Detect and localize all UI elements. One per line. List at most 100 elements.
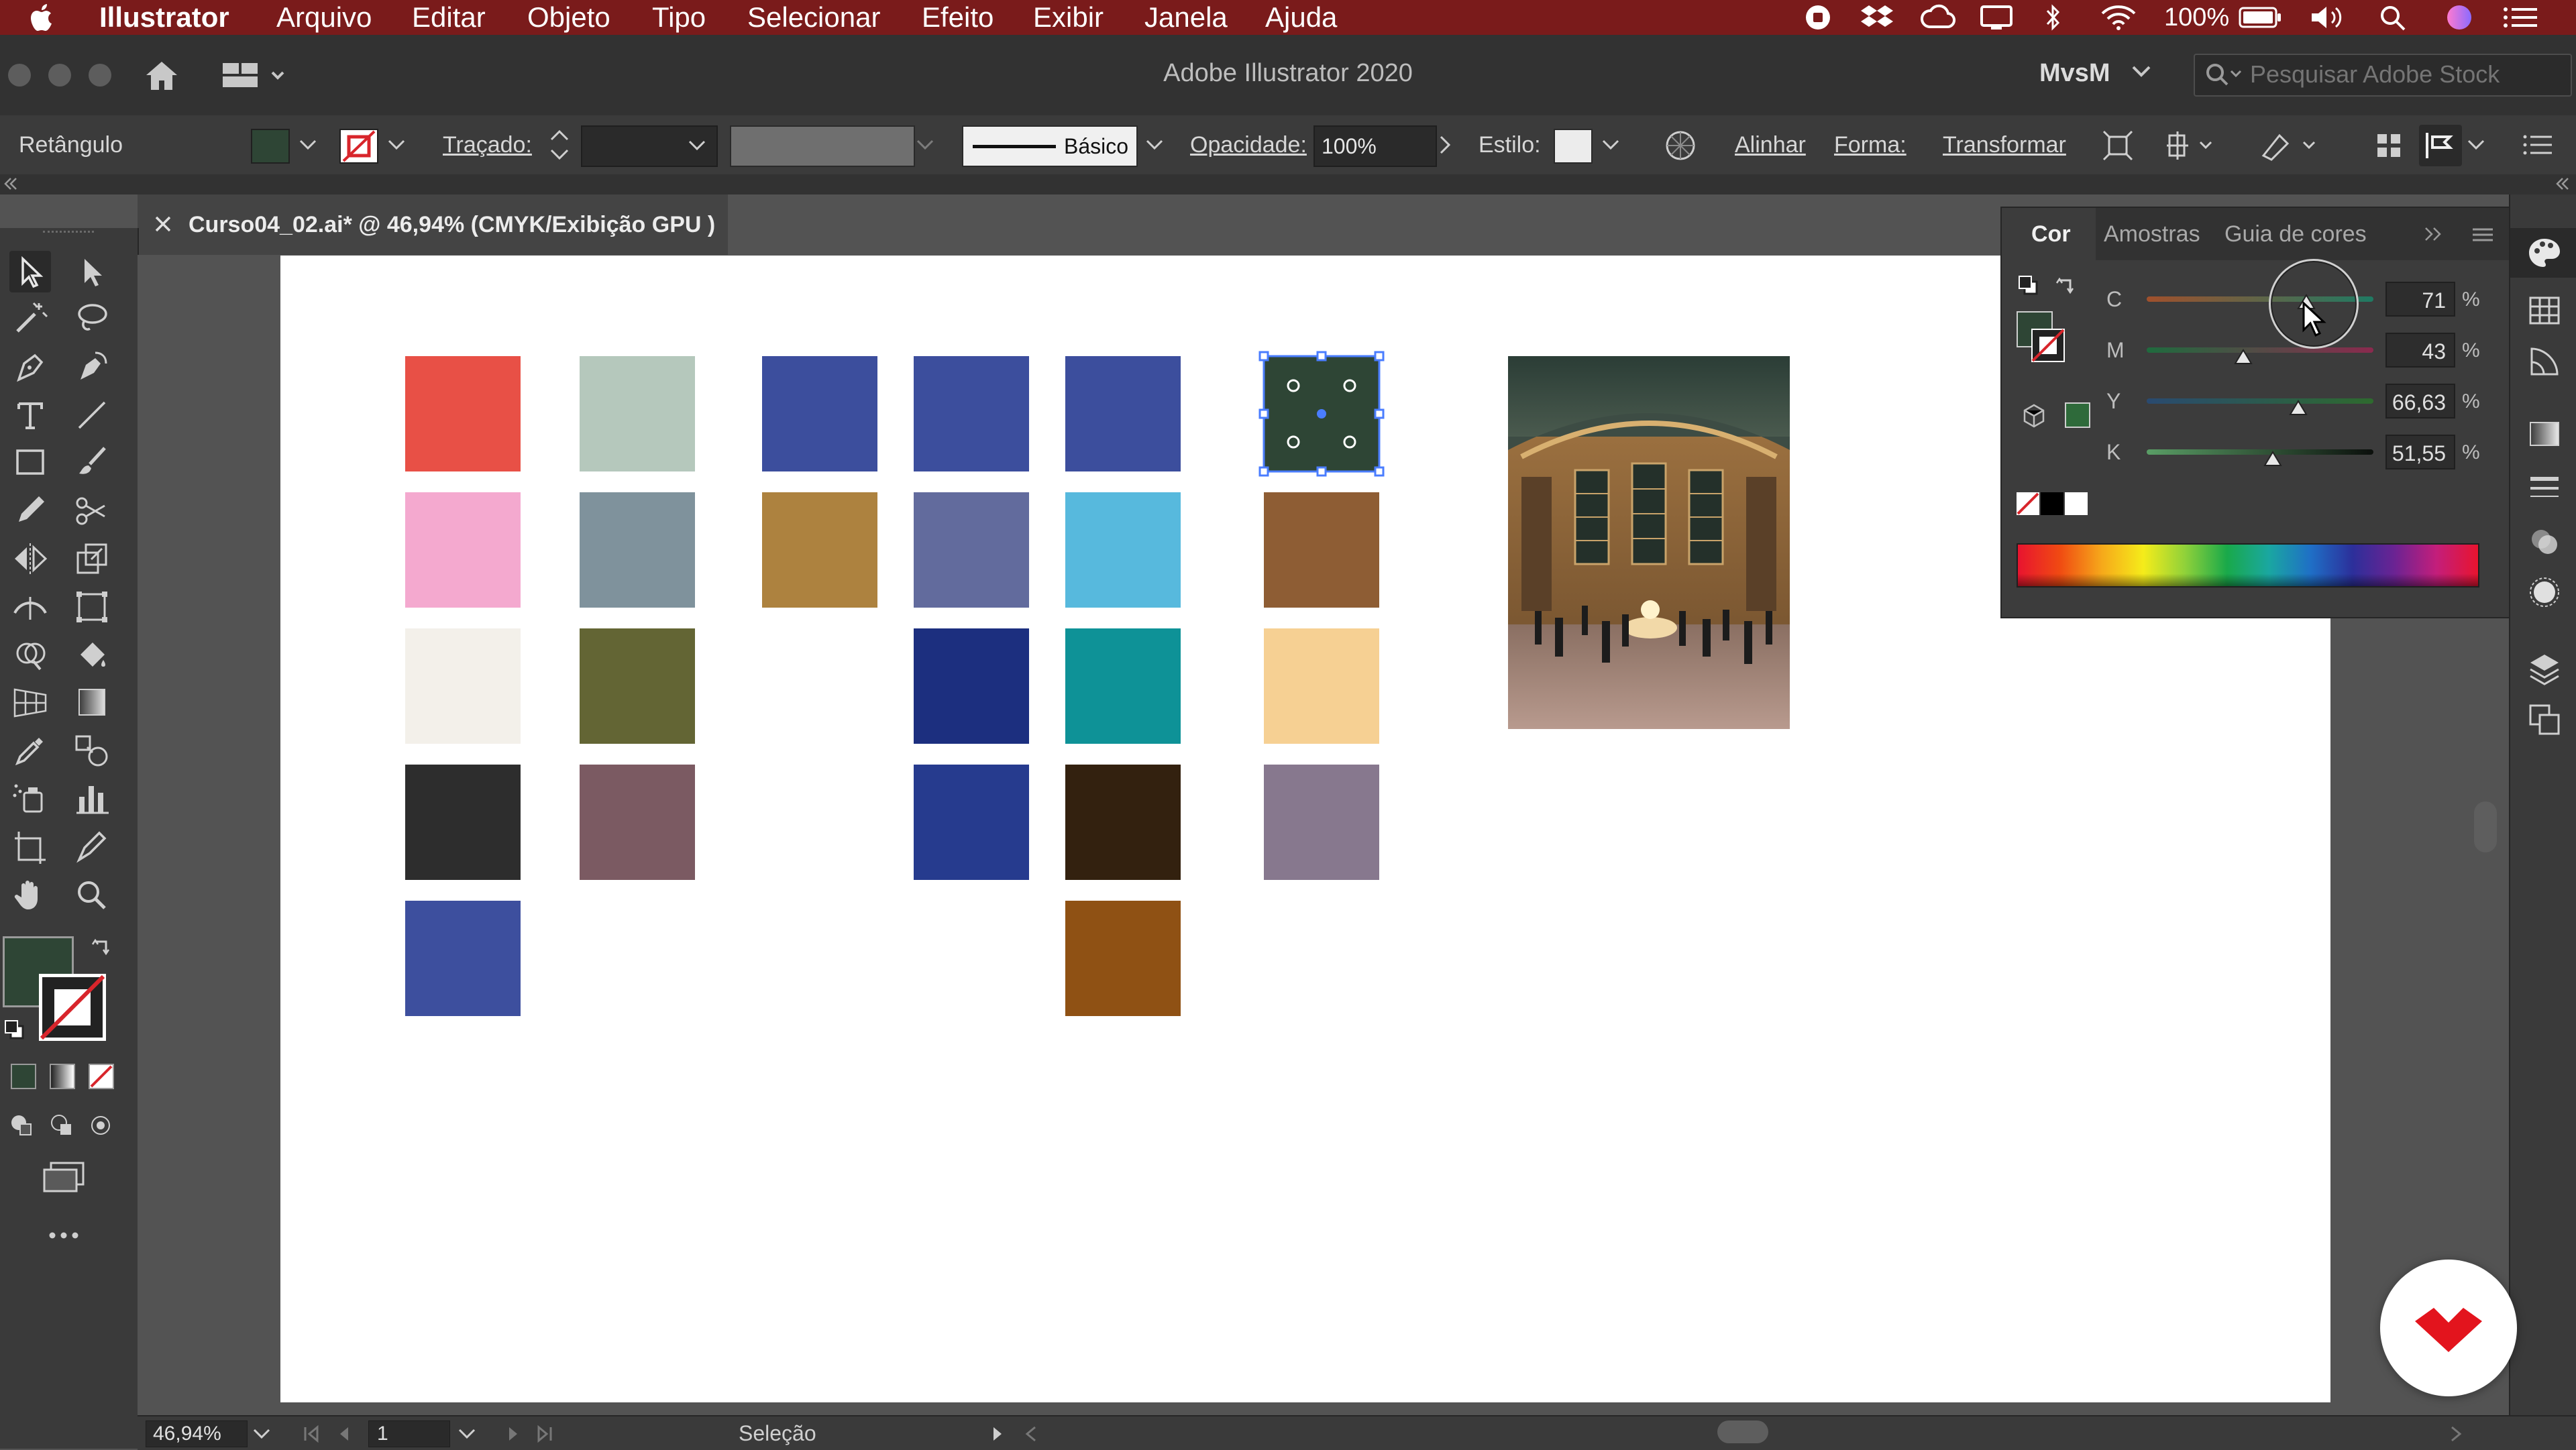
swatches-grid-icon[interactable]	[2526, 292, 2563, 329]
zoom-field[interactable]: 46,94%	[146, 1420, 248, 1447]
previous-artboard-icon[interactable]	[336, 1425, 352, 1443]
panel-stroke-swatch[interactable]	[2031, 329, 2065, 362]
control-bar-menu-icon[interactable]	[2521, 131, 2555, 158]
next-artboard-icon[interactable]	[505, 1425, 521, 1443]
spotlight-search-icon[interactable]	[2379, 4, 2408, 31]
color-swatch-square[interactable]	[580, 492, 695, 608]
stroke-panel-icon[interactable]	[2526, 469, 2563, 506]
align-link[interactable]: Alinhar	[1735, 115, 1806, 174]
puppet-warp-icon[interactable]	[2259, 129, 2322, 162]
battery-icon[interactable]	[2238, 4, 2282, 31]
collapse-toolbar-icon[interactable]	[1, 176, 20, 192]
bluetooth-icon[interactable]	[2043, 4, 2063, 31]
color-swatch-square[interactable]	[580, 356, 695, 471]
volume-icon[interactable]	[2309, 4, 2349, 31]
artboards-panel-icon[interactable]	[2526, 702, 2563, 738]
pen-tool-icon[interactable]	[9, 346, 51, 388]
transparency-panel-icon[interactable]	[2526, 523, 2563, 559]
last-artboard-icon[interactable]	[535, 1425, 555, 1443]
scale-tool-icon[interactable]	[71, 538, 113, 579]
gradient-panel-icon[interactable]	[2526, 416, 2563, 452]
color-swatch-square[interactable]	[405, 492, 521, 608]
type-tool-icon[interactable]	[9, 394, 51, 436]
menu-app-name[interactable]: Illustrator	[99, 0, 229, 35]
gradient-mode-button[interactable]	[50, 1064, 75, 1089]
yellow-value-field[interactable]: 66,63	[2385, 384, 2455, 419]
black-color-chip[interactable]	[2041, 492, 2063, 515]
color-mode-button[interactable]	[11, 1064, 36, 1089]
variable-width-profile[interactable]	[730, 125, 915, 167]
magenta-slider-thumb[interactable]	[2234, 349, 2253, 365]
lasso-tool-icon[interactable]	[71, 298, 113, 339]
color-swatch-square[interactable]	[762, 492, 877, 608]
graphic-style-swatch[interactable]	[1554, 129, 1593, 164]
distribute-icon[interactable]	[2164, 129, 2218, 162]
color-swatch-square[interactable]	[580, 765, 695, 880]
color-swatch-square[interactable]	[914, 765, 1029, 880]
transform-link[interactable]: Transformar	[1943, 115, 2066, 174]
shaper-tool-icon[interactable]	[9, 490, 51, 531]
color-guide-icon[interactable]	[2526, 343, 2563, 380]
menu-selecionar[interactable]: Selecionar	[747, 0, 880, 35]
swap-colors-icon[interactable]	[2054, 274, 2078, 298]
workspace-switcher[interactable]: MvsM	[2039, 59, 2110, 88]
curvature-tool-icon[interactable]	[71, 346, 113, 388]
magic-wand-tool-icon[interactable]	[9, 298, 51, 339]
first-artboard-icon[interactable]	[301, 1425, 321, 1443]
line-segment-tool-icon[interactable]	[71, 394, 113, 436]
color-swatch-square[interactable]	[1065, 628, 1181, 744]
scissors-tool-icon[interactable]	[71, 490, 113, 531]
appearance-panel-icon[interactable]	[2526, 574, 2563, 610]
zoom-tool-icon[interactable]	[71, 875, 113, 916]
shape-builder-tool-icon[interactable]	[9, 634, 51, 676]
cyan-value-field[interactable]: 71	[2385, 282, 2455, 317]
slice-tool-icon[interactable]	[71, 826, 113, 868]
fill-color-swatch[interactable]	[251, 129, 290, 164]
color-swatch-square[interactable]	[762, 356, 877, 471]
screen-mode-icon[interactable]	[40, 1160, 87, 1194]
menu-editar[interactable]: Editar	[412, 0, 486, 35]
color-swatch-square[interactable]	[914, 492, 1029, 608]
direct-selection-tool-icon[interactable]	[71, 251, 113, 292]
notification-center-icon[interactable]	[2502, 4, 2540, 31]
profile-chevron-down-icon[interactable]	[915, 135, 935, 154]
selection-tool-icon[interactable]	[9, 251, 51, 292]
stroke-weight-stepper-icon[interactable]	[546, 125, 573, 165]
rectangle-tool-icon[interactable]	[9, 441, 51, 483]
black-slider-thumb[interactable]	[2263, 451, 2282, 467]
color-swatch-square[interactable]	[405, 356, 521, 471]
menu-efeito[interactable]: Efeito	[922, 0, 994, 35]
document-tab[interactable]: Curso04_02.ai* @ 46,94% (CMYK/Exibição G…	[138, 194, 728, 256]
opacity-label[interactable]: Opacidade:	[1190, 115, 1307, 174]
siri-icon[interactable]	[2445, 4, 2474, 31]
nearest-web-color-swatch[interactable]	[2065, 402, 2090, 428]
screen-record-icon[interactable]	[1803, 4, 1833, 31]
tab-cor[interactable]: Cor	[2031, 208, 2071, 260]
zoom-chevron-down-icon[interactable]	[252, 1425, 272, 1443]
color-swatch-square[interactable]	[914, 356, 1029, 471]
paintbrush-tool-icon[interactable]	[71, 441, 113, 483]
display-icon[interactable]	[1979, 4, 2017, 31]
color-swatch-square[interactable]	[1264, 628, 1379, 744]
workspace-chevron-down-icon[interactable]	[2131, 63, 2152, 79]
selected-color-square[interactable]	[1258, 351, 1385, 477]
artboard-tool-icon[interactable]	[9, 826, 51, 868]
gradient-tool-icon[interactable]	[71, 681, 113, 723]
magenta-value-field[interactable]: 43	[2385, 333, 2455, 368]
wifi-icon[interactable]	[2100, 4, 2137, 31]
artboard-chevron-down-icon[interactable]	[457, 1425, 477, 1443]
menu-arquivo[interactable]: Arquivo	[276, 0, 372, 35]
color-swatch-square[interactable]	[1264, 492, 1379, 608]
color-swatch-square[interactable]	[914, 628, 1029, 744]
none-color-chip[interactable]	[2017, 492, 2039, 515]
adobe-stock-search[interactable]	[2194, 54, 2572, 97]
color-swatch-square[interactable]	[405, 628, 521, 744]
free-transform-tool-icon[interactable]	[71, 586, 113, 628]
close-tab-icon[interactable]	[154, 215, 172, 233]
grand-central-photo[interactable]	[1508, 356, 1790, 729]
draw-normal-icon[interactable]	[8, 1112, 35, 1139]
isolate-chevron-down-icon[interactable]	[2466, 135, 2486, 154]
status-menu-arrow-icon[interactable]	[989, 1425, 1006, 1443]
panel-menu-icon[interactable]	[2471, 227, 2494, 243]
stroke-weight-chevron-down-icon[interactable]	[687, 136, 707, 155]
